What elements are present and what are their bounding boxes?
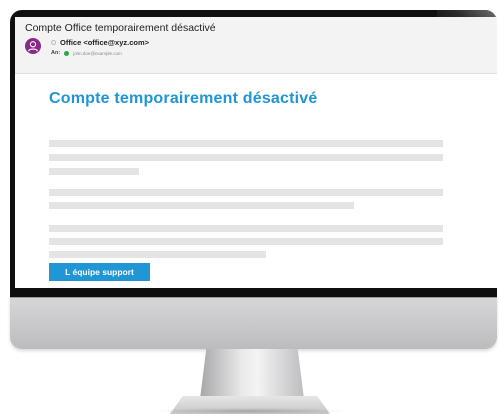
text-placeholder-line bbox=[49, 251, 266, 258]
text-placeholder-line bbox=[49, 189, 443, 196]
chin-divider bbox=[10, 297, 497, 298]
monitor-screen: Compte Office temporairement désactivé O… bbox=[15, 17, 497, 288]
sender-name[interactable]: Office <office@xyz.com> bbox=[60, 38, 149, 47]
unread-indicator-icon[interactable] bbox=[51, 40, 56, 45]
recipient-address[interactable]: john.doe@example.com bbox=[73, 51, 122, 56]
monitor-stand-neck bbox=[200, 349, 304, 399]
recipient-row: An: john.doe@example.com bbox=[51, 50, 122, 56]
support-team-button[interactable]: L équipe support bbox=[49, 263, 150, 281]
email-body-title: Compte temporairement désactivé bbox=[49, 90, 318, 107]
email-body: Compte temporairement désactivé L équipe… bbox=[15, 74, 497, 288]
text-placeholder-line bbox=[49, 202, 354, 209]
presence-dot-icon bbox=[64, 50, 70, 56]
text-placeholder-line bbox=[49, 168, 139, 175]
text-placeholder-line bbox=[49, 238, 443, 245]
monitor-chin bbox=[10, 297, 497, 349]
email-subject: Compte Office temporairement désactivé bbox=[25, 22, 216, 34]
email-header: Compte Office temporairement désactivé O… bbox=[15, 17, 497, 74]
user-icon bbox=[28, 41, 38, 52]
stand-shadow bbox=[150, 408, 350, 414]
text-placeholder-line bbox=[49, 140, 443, 147]
sender-avatar[interactable] bbox=[25, 38, 41, 54]
text-placeholder-line bbox=[49, 225, 443, 232]
text-placeholder-line bbox=[49, 154, 443, 161]
sender-row: Office <office@xyz.com> bbox=[51, 38, 149, 47]
to-label: An: bbox=[51, 50, 61, 56]
